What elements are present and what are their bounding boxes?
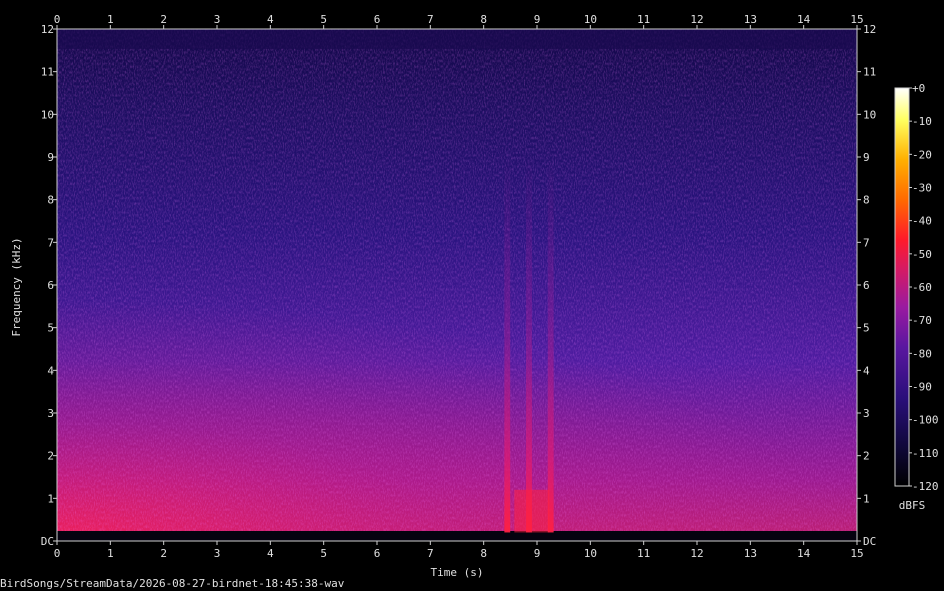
x-tick-label-top: 6 [374, 13, 381, 26]
x-tick-label-bottom: 11 [637, 547, 650, 560]
x-tick-label-top: 10 [584, 13, 597, 26]
y-axis-label: Frequency (kHz) [10, 237, 23, 336]
x-axis-label: Time (s) [431, 566, 484, 579]
y-tick-label-left: 10 [41, 108, 54, 121]
y-tick-label-left: 3 [47, 407, 54, 420]
dc-band [57, 531, 857, 541]
y-tick-label-right: 6 [863, 279, 870, 292]
colorbar-tick-label: -110 [912, 447, 939, 460]
plot-area [57, 29, 857, 541]
y-tick-label-right: 4 [863, 364, 870, 377]
call-core [514, 489, 550, 533]
x-tick-label-bottom: 6 [374, 547, 381, 560]
call-streak [504, 157, 511, 533]
x-tick-label-bottom: 1 [107, 547, 114, 560]
call-streak [526, 157, 532, 533]
x-tick-label-bottom: 13 [744, 547, 757, 560]
x-tick-label-top: 4 [267, 13, 274, 26]
colorbar-tick-label: +0 [912, 82, 925, 95]
colorbar: +0 -10 -20 -30 -40 -50 -60 -70 -80 -90 -100 -110 -12… [894, 82, 939, 512]
colorbar-tick-label: -40 [912, 215, 932, 228]
x-tick-label-top: 8 [480, 13, 487, 26]
colorbar-tick-label: -90 [912, 381, 932, 394]
x-tick-label-top: 5 [320, 13, 327, 26]
colorbar-tick-label: -50 [912, 248, 932, 261]
y-tick-label-right: 7 [863, 236, 870, 249]
top-band-cutoff [57, 29, 857, 49]
x-tick-label-bottom: 10 [584, 547, 597, 560]
y-tick-label-right: 2 [863, 450, 870, 463]
y-tick-label-left: 7 [47, 236, 54, 249]
x-tick-label-top: 2 [160, 13, 167, 26]
y-tick-label-right: 1 [863, 492, 870, 505]
y-tick-label-left: 9 [47, 151, 54, 164]
x-tick-label-bottom: 5 [320, 547, 327, 560]
call-streak [547, 157, 554, 533]
y-tick-label-left: DC [41, 535, 54, 548]
y-tick-label-left: 12 [41, 23, 54, 36]
y-tick-label-right: 8 [863, 194, 870, 207]
x-tick-label-bottom: 3 [214, 547, 221, 560]
y-tick-label-left: 6 [47, 279, 54, 292]
x-tick-label-bottom: 2 [160, 547, 167, 560]
y-tick-label-right: 5 [863, 322, 870, 335]
x-tick-label-top: 9 [534, 13, 541, 26]
y-tick-label-left: 1 [47, 492, 54, 505]
colorbar-tick-label: -10 [912, 115, 932, 128]
spectrogram-chart: 0 1 2 3 4 5 6 7 8 9 10 11 12 13 14 15 0 1 2 3 4 5 6 7 8 9 10 11 12 1… [0, 13, 939, 590]
x-tick-label-top: 11 [637, 13, 650, 26]
y-tick-label-left: 4 [47, 364, 54, 377]
x-tick-label-bottom: 9 [534, 547, 541, 560]
file-name: BirdSongs/StreamData/2026-08-27-birdnet-… [0, 577, 345, 590]
colorbar-gradient [894, 87, 910, 487]
x-tick-label-top: 13 [744, 13, 757, 26]
y-tick-label-right: 10 [863, 108, 876, 121]
colorbar-tick-label: -70 [912, 314, 932, 327]
colorbar-tick-label: -30 [912, 182, 932, 195]
x-tick-label-bottom: 8 [480, 547, 487, 560]
x-tick-label-bottom: 0 [54, 547, 61, 560]
x-tick-label-bottom: 12 [690, 547, 703, 560]
x-tick-label-top: 14 [797, 13, 811, 26]
x-tick-label-top: 7 [427, 13, 434, 26]
x-tick-label-top: 3 [214, 13, 221, 26]
y-tick-label-left: 5 [47, 322, 54, 335]
y-tick-label-left: 8 [47, 194, 54, 207]
y-tick-label-right: 11 [863, 66, 876, 79]
colorbar-tick-label: -100 [912, 414, 939, 427]
colorbar-tick-label: -80 [912, 347, 932, 360]
colorbar-tick-label: -20 [912, 148, 932, 161]
x-tick-label-top: 15 [850, 13, 863, 26]
y-tick-label-right: 9 [863, 151, 870, 164]
x-tick-label-top: 0 [54, 13, 61, 26]
x-tick-label-bottom: 4 [267, 547, 274, 560]
colorbar-tick-label: -60 [912, 281, 932, 294]
colorbar-tick-label: -120 [912, 480, 939, 493]
y-tick-label-right: DC [863, 535, 876, 548]
x-tick-label-bottom: 7 [427, 547, 434, 560]
y-tick-label-left: 11 [41, 66, 54, 79]
colorbar-label: dBFS [899, 499, 926, 512]
y-tick-label-left: 2 [47, 450, 54, 463]
spectrogram-noise [57, 29, 857, 541]
x-tick-label-top: 1 [107, 13, 114, 26]
x-tick-label-top: 12 [690, 13, 703, 26]
x-tick-label-bottom: 15 [850, 547, 863, 560]
y-tick-label-right: 3 [863, 407, 870, 420]
y-tick-label-right: 12 [863, 23, 876, 36]
x-tick-label-bottom: 14 [797, 547, 811, 560]
